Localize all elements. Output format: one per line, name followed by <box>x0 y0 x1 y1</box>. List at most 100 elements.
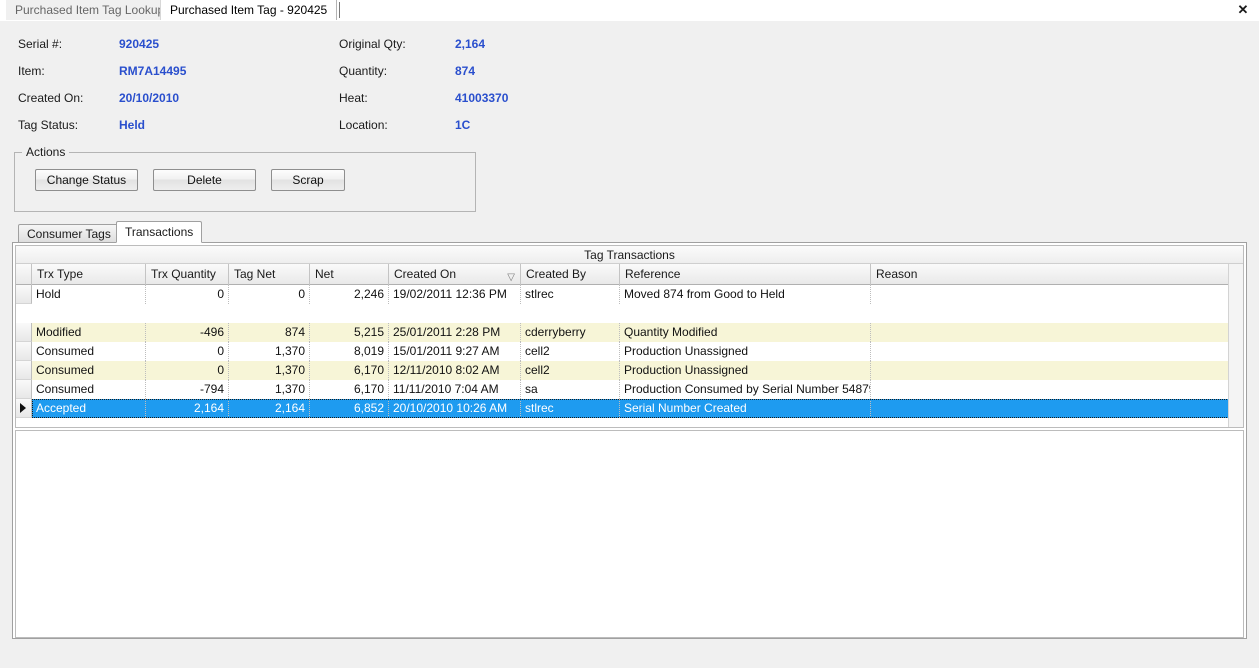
tab-transactions[interactable]: Transactions <box>116 221 203 243</box>
field-label-serial: Serial #: <box>18 37 63 51</box>
field-label-item: Item: <box>18 64 45 78</box>
cell-tag-net: 0 <box>229 285 310 304</box>
field-value-quantity: 874 <box>455 64 476 78</box>
cell-reason <box>871 342 1229 361</box>
cell-created-on: 11/11/2010 7:04 AM <box>389 380 521 399</box>
cell-tag-net: 2,164 <box>229 399 310 418</box>
grid-vertical-scrollbar[interactable] <box>1228 264 1243 427</box>
field-value-tag-status: Held <box>119 118 146 132</box>
field-label-created-on: Created On: <box>18 91 84 105</box>
transactions-detail-panel <box>15 430 1244 638</box>
cell-trx-quantity: 2,164 <box>146 399 229 418</box>
tab-label: Transactions <box>125 225 194 239</box>
cell-created-by: cderryberry <box>521 323 620 342</box>
cell-created-on: 19/02/2011 12:36 PM <box>389 285 521 304</box>
table-row[interactable]: Consumed 0 1,370 6,170 12/11/2010 8:02 A… <box>16 361 1229 380</box>
cell-tag-net: 1,370 <box>229 361 310 380</box>
cell-reason <box>871 285 1229 304</box>
cell-trx-type: Consumed <box>32 380 146 399</box>
cell-tag-net: 1,370 <box>229 342 310 361</box>
cell-created-by: stlrec <box>521 399 620 418</box>
field-label-tag-status: Tag Status: <box>18 118 79 132</box>
change-status-button[interactable]: Change Status <box>35 169 138 191</box>
document-tab-purchased-item-tag-920425[interactable]: Purchased Item Tag - 920425 <box>160 0 341 20</box>
tab-consumer-tags[interactable]: Consumer Tags <box>18 224 120 242</box>
row-header[interactable] <box>16 361 32 380</box>
row-header[interactable] <box>16 323 32 342</box>
transactions-detail-panel-inner <box>17 432 1242 636</box>
cell-net: 6,170 <box>310 380 389 399</box>
cell-created-on: 15/01/2011 9:27 AM <box>389 342 521 361</box>
cell-reference: Moved 874 from Good to Held <box>620 285 871 304</box>
column-header-trx-quantity[interactable]: Trx Quantity <box>146 264 229 285</box>
cell-reason <box>871 361 1229 380</box>
column-header-reason[interactable]: Reason <box>871 264 1229 285</box>
cell-trx-quantity: 0 <box>146 361 229 380</box>
field-value-original-qty: 2,164 <box>455 37 486 51</box>
column-header-net[interactable]: Net <box>310 264 389 285</box>
cell-trx-quantity: 0 <box>146 285 229 304</box>
field-value-created-on: 20/10/2010 <box>119 91 180 105</box>
column-header-trx-type[interactable]: Trx Type <box>32 264 146 285</box>
cell-trx-type: Hold <box>32 285 146 304</box>
cell-net: 8,019 <box>310 342 389 361</box>
field-label-quantity: Quantity: <box>339 64 388 78</box>
table-row-selected[interactable]: Accepted 2,164 2,164 6,852 20/10/2010 10… <box>16 399 1229 418</box>
table-row[interactable]: Consumed 0 1,370 8,019 15/01/2011 9:27 A… <box>16 342 1229 361</box>
document-tab-strip: Purchased Item Tag Lookup Purchased Item… <box>0 0 1259 22</box>
close-icon[interactable]: ✕ <box>1233 1 1253 19</box>
table-row[interactable]: Hold 0 0 2,246 19/02/2011 12:36 PM stlre… <box>16 285 1229 304</box>
cell-created-by: sa <box>521 380 620 399</box>
row-header[interactable] <box>16 285 32 304</box>
document-tab-label: Purchased Item Tag - 920425 <box>170 3 328 17</box>
field-label-heat: Heat: <box>339 91 368 105</box>
column-header-created-by[interactable]: Created By <box>521 264 620 285</box>
cell-net: 6,852 <box>310 399 389 418</box>
tab-label: Consumer Tags <box>27 227 111 241</box>
cell-reference: Quantity Modified <box>620 323 871 342</box>
transactions-tab-page: Tag Transactions Trx Type Trx Quantity T… <box>12 242 1247 639</box>
cell-trx-quantity: 0 <box>146 342 229 361</box>
cell-tag-net: 1,370 <box>229 380 310 399</box>
detail-tab-headers: Consumer Tags Transactions <box>12 221 1247 243</box>
grid-header-row: Trx Type Trx Quantity Tag Net Net Create… <box>16 264 1243 285</box>
scrap-button[interactable]: Scrap <box>271 169 345 191</box>
field-value-heat: 41003370 <box>455 91 509 105</box>
detail-tab-control: Consumer Tags Transactions Tag Transacti… <box>12 221 1247 639</box>
delete-button[interactable]: Delete <box>153 169 256 191</box>
column-header-reference[interactable]: Reference <box>620 264 871 285</box>
cell-net: 5,215 <box>310 323 389 342</box>
cell-created-on: 25/01/2011 2:28 PM <box>389 323 521 342</box>
field-value-location: 1C <box>455 118 471 132</box>
cell-net: 2,246 <box>310 285 389 304</box>
cell-trx-type: Modified <box>32 323 146 342</box>
column-header-tag-net[interactable]: Tag Net <box>229 264 310 285</box>
table-row[interactable]: Modified -496 874 5,215 25/01/2011 2:28 … <box>16 323 1229 342</box>
cell-created-by: stlrec <box>521 285 620 304</box>
cell-reference: Serial Number Created <box>620 399 871 418</box>
cell-reference: Production Consumed by Serial Number 548… <box>620 380 871 399</box>
grid-corner-header <box>16 264 32 285</box>
document-tab-label: Purchased Item Tag Lookup <box>15 3 165 17</box>
cell-trx-quantity: -794 <box>146 380 229 399</box>
table-row[interactable]: Consumed -794 1,370 6,170 11/11/2010 7:0… <box>16 380 1229 399</box>
cell-created-by: cell2 <box>521 361 620 380</box>
cell-net: 6,170 <box>310 361 389 380</box>
cell-trx-quantity: -496 <box>146 323 229 342</box>
column-header-created-on[interactable]: Created On ▽ <box>389 264 521 285</box>
document-tab-purchased-item-tag-lookup[interactable]: Purchased Item Tag Lookup <box>6 0 175 20</box>
cell-reference: Production Unassigned <box>620 342 871 361</box>
row-header[interactable] <box>16 342 32 361</box>
row-header[interactable] <box>16 380 32 399</box>
column-header-created-on-label: Created On <box>394 267 457 281</box>
cell-tag-net: 874 <box>229 323 310 342</box>
row-header-current[interactable] <box>16 399 32 418</box>
cell-trx-type: Consumed <box>32 342 146 361</box>
tag-transactions-grid[interactable]: Tag Transactions Trx Type Trx Quantity T… <box>15 245 1244 428</box>
field-value-item: RM7A14495 <box>119 64 187 78</box>
grid-caption: Tag Transactions <box>16 246 1243 264</box>
cell-reason <box>871 399 1229 418</box>
cell-trx-type: Accepted <box>32 399 146 418</box>
cell-reason <box>871 380 1229 399</box>
application-window: Purchased Item Tag Lookup Purchased Item… <box>0 0 1259 668</box>
